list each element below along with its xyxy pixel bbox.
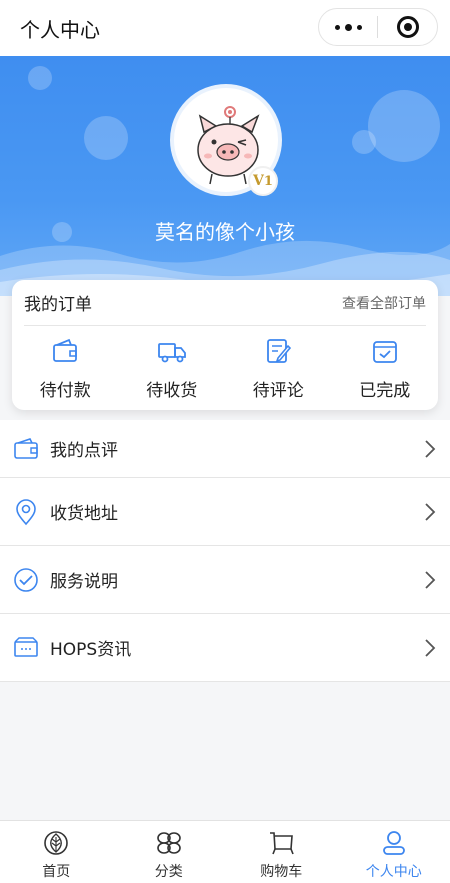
tab-label: 个人中心 <box>365 864 422 880</box>
user-nickname: 莫名的像个小孩 <box>155 220 295 244</box>
order-item-label: 已完成 <box>359 381 411 401</box>
order-item-label: 待收货 <box>146 381 198 401</box>
close-mini-program-button[interactable] <box>378 16 437 38</box>
orders-title: 我的订单 <box>24 295 92 315</box>
order-status-row: 待付款 待收货 待评论 已完成 <box>12 336 438 401</box>
tab-profile[interactable]: 个人中心 <box>338 821 450 883</box>
menu-item-my-reviews[interactable]: 我的点评 <box>0 420 450 478</box>
bottom-tab-bar: 首页 分类 购物车 个人中心 <box>0 820 450 883</box>
menu-list: 我的点评 收货地址 服务说明 HOPS资讯 <box>0 420 450 682</box>
chevron-right-icon <box>425 502 436 521</box>
orders-header: 我的订单 查看全部订单 <box>24 280 426 326</box>
decor-bubble <box>84 116 128 160</box>
order-pending-payment[interactable]: 待付款 <box>20 336 110 401</box>
wallet-icon <box>14 437 38 459</box>
decor-bubble <box>368 90 440 162</box>
decor-bubble <box>352 130 376 154</box>
category-icon <box>156 832 181 854</box>
orders-card: 我的订单 查看全部订单 待付款 待收货 待评论 已完成 <box>12 280 438 410</box>
menu-item-shipping-address[interactable]: 收货地址 <box>0 478 450 546</box>
profile-header: V1 莫名的像个小孩 <box>0 56 450 296</box>
menu-item-label: HOPS资讯 <box>50 640 132 660</box>
order-pending-receipt[interactable]: 待收货 <box>127 336 217 401</box>
mini-program-capsule <box>318 8 438 46</box>
tab-label: 购物车 <box>260 864 303 880</box>
menu-item-service-info[interactable]: 服务说明 <box>0 546 450 614</box>
truck-icon <box>157 343 186 363</box>
location-pin-icon <box>16 498 36 525</box>
tab-category[interactable]: 分类 <box>113 821 226 883</box>
view-all-orders-link[interactable]: 查看全部订单 <box>342 293 426 313</box>
order-item-label: 待评论 <box>252 381 304 401</box>
tab-label: 首页 <box>42 864 71 880</box>
tab-home[interactable]: 首页 <box>0 821 113 883</box>
user-icon <box>382 831 405 855</box>
leaf-icon <box>44 831 69 855</box>
page-title: 个人中心 <box>20 17 100 42</box>
vip-level-text: 1 <box>263 173 273 189</box>
chevron-right-icon <box>425 638 436 657</box>
tab-cart[interactable]: 购物车 <box>225 821 338 883</box>
menu-item-label: 服务说明 <box>50 572 118 592</box>
more-menu-button[interactable] <box>319 23 377 31</box>
target-icon <box>396 16 419 38</box>
order-pending-review[interactable]: 待评论 <box>233 336 323 401</box>
tab-label: 分类 <box>154 864 183 880</box>
chevron-right-icon <box>425 570 436 589</box>
news-box-icon <box>14 636 38 657</box>
vip-v-icon: V <box>253 173 264 189</box>
edit-note-icon <box>267 339 292 363</box>
cart-icon <box>270 832 294 855</box>
menu-item-label: 收货地址 <box>50 504 118 524</box>
order-item-label: 待付款 <box>39 381 91 401</box>
menu-item-label: 我的点评 <box>50 441 118 461</box>
chevron-right-icon <box>425 439 436 458</box>
decor-bubble <box>28 66 52 90</box>
menu-item-hops-news[interactable]: HOPS资讯 <box>0 614 450 682</box>
check-calendar-icon <box>372 341 397 363</box>
vip-level-badge: V1 <box>248 166 278 196</box>
wallet-icon <box>53 338 78 362</box>
order-completed[interactable]: 已完成 <box>340 336 430 401</box>
check-circle-icon <box>14 567 38 592</box>
top-bar: 个人中心 <box>0 0 450 56</box>
